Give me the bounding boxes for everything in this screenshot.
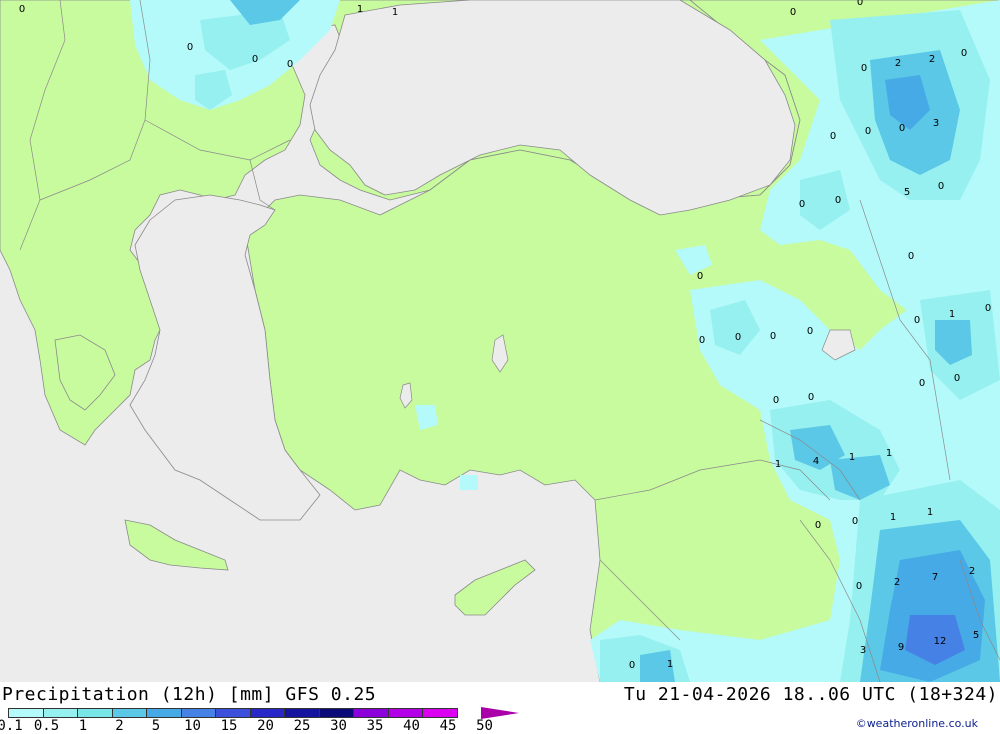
precip-value-label: 0 xyxy=(252,54,258,65)
precip-value-label: 1 xyxy=(949,309,955,320)
precip-value-label: 0 xyxy=(861,63,867,74)
precip-value-label: 2 xyxy=(929,54,935,65)
precip-value-label: 0 xyxy=(287,59,293,70)
precip-value-label: 0 xyxy=(835,195,841,206)
precip-value-label: 0 xyxy=(985,303,991,314)
legend-tick-label: 50 xyxy=(476,718,493,734)
legend-swatch xyxy=(146,708,182,718)
legend-tick-label: 0.5 xyxy=(33,718,60,734)
legend-tick-label: 10 xyxy=(184,718,201,734)
legend-swatch xyxy=(249,708,285,718)
precip-value-label: 0 xyxy=(908,251,914,262)
precip-value-label: 1 xyxy=(775,459,781,470)
precip-value-label: 1 xyxy=(890,512,896,523)
precip-value-label: 0 xyxy=(856,581,862,592)
legend-swatch xyxy=(77,708,113,718)
precip-value-label: 12 xyxy=(934,636,947,647)
precip-value-label: 0 xyxy=(954,373,960,384)
precip-value-label: 9 xyxy=(898,642,904,653)
valid-time: Tu 21-04-2026 18..06 UTC (18+324) xyxy=(623,684,998,705)
precip-value-label: 3 xyxy=(933,118,939,129)
precip-value-label: 1 xyxy=(392,7,398,18)
legend-tick-label: 20 xyxy=(257,718,274,734)
legend-tick-label: 2 xyxy=(115,718,124,734)
legend-swatch xyxy=(353,708,389,718)
precip-value-label: 7 xyxy=(932,572,938,583)
precipitation-map: 0 1 1 0 0 0 0 0 2 0 0 2 0 0 0 3 5 0 0 0 0 0 0 1 0 0 0 0 0 0 0 0 0 1 4 1 1 0 0 1… xyxy=(0,0,1000,682)
precip-value-label: 0 xyxy=(790,7,796,18)
precip-value-label: 0 xyxy=(857,0,863,8)
precip-value-label: 0 xyxy=(735,332,741,343)
map-title: Precipitation (12h) [mm] GFS 0.25 xyxy=(2,684,377,705)
precip-value-label: 2 xyxy=(969,566,975,577)
legend-tick-label: 15 xyxy=(220,718,238,734)
legend-tick-label: 5 xyxy=(151,718,161,734)
legend-tick-label: 30 xyxy=(330,718,347,734)
legend-swatch xyxy=(8,708,44,718)
precip-value-label: 5 xyxy=(973,630,979,641)
precip-value-label: 1 xyxy=(886,448,892,459)
precip-value-label: 0 xyxy=(697,271,703,282)
precip-value-label: 0 xyxy=(773,395,779,406)
precip-value-label: 4 xyxy=(813,456,819,467)
precip-value-label: 0 xyxy=(852,516,858,527)
precip-value-label: 2 xyxy=(895,58,901,69)
map-footer: Precipitation (12h) [mm] GFS 0.25 Tu 21-… xyxy=(0,682,1000,734)
legend-swatch xyxy=(318,708,354,718)
precip-value-label: 0 xyxy=(815,520,821,531)
precip-value-label: 0 xyxy=(799,199,805,210)
precip-value-label: 0 xyxy=(699,335,705,346)
credit-link[interactable]: ©weatheronline.co.uk xyxy=(856,717,978,730)
legend-tick-label: 0.1 xyxy=(0,718,23,734)
legend-swatch xyxy=(111,708,147,718)
precip-value-label: 3 xyxy=(860,645,866,656)
precip-value-label: 1 xyxy=(357,4,363,15)
precip-value-label: 0 xyxy=(770,331,776,342)
legend-swatch xyxy=(180,708,216,718)
precip-value-label: 0 xyxy=(187,42,193,53)
precip-value-label: 0 xyxy=(919,378,925,389)
precip-value-label: 0 xyxy=(629,660,635,671)
precip-value-label: 2 xyxy=(894,577,900,588)
precip-value-label: 0 xyxy=(865,126,871,137)
precip-value-label: 0 xyxy=(899,123,905,134)
legend-tick-label: 1 xyxy=(78,718,88,734)
legend-swatch xyxy=(387,708,423,718)
legend-swatch xyxy=(422,708,458,718)
legend-tick-label: 45 xyxy=(439,718,457,734)
legend-swatch xyxy=(215,708,251,718)
precip-value-label: 1 xyxy=(667,659,673,670)
precip-value-label: 1 xyxy=(849,452,855,463)
legend-tick-label: 40 xyxy=(403,718,420,734)
legend-swatch xyxy=(42,708,78,718)
legend-tick-label: 25 xyxy=(293,718,311,734)
precip-value-label: 0 xyxy=(808,392,814,403)
legend-swatch xyxy=(284,708,320,718)
color-legend xyxy=(8,708,458,718)
precip-value-label: 0 xyxy=(807,326,813,337)
precip-value-label: 0 xyxy=(830,131,836,142)
legend-tick-label: 35 xyxy=(366,718,384,734)
precip-value-label: 0 xyxy=(938,181,944,192)
precip-value-label: 1 xyxy=(927,507,933,518)
precip-value-label: 5 xyxy=(904,187,910,198)
precip-value-label: 0 xyxy=(19,4,25,15)
precip-value-label: 0 xyxy=(914,315,920,326)
precip-value-label: 0 xyxy=(961,48,967,59)
